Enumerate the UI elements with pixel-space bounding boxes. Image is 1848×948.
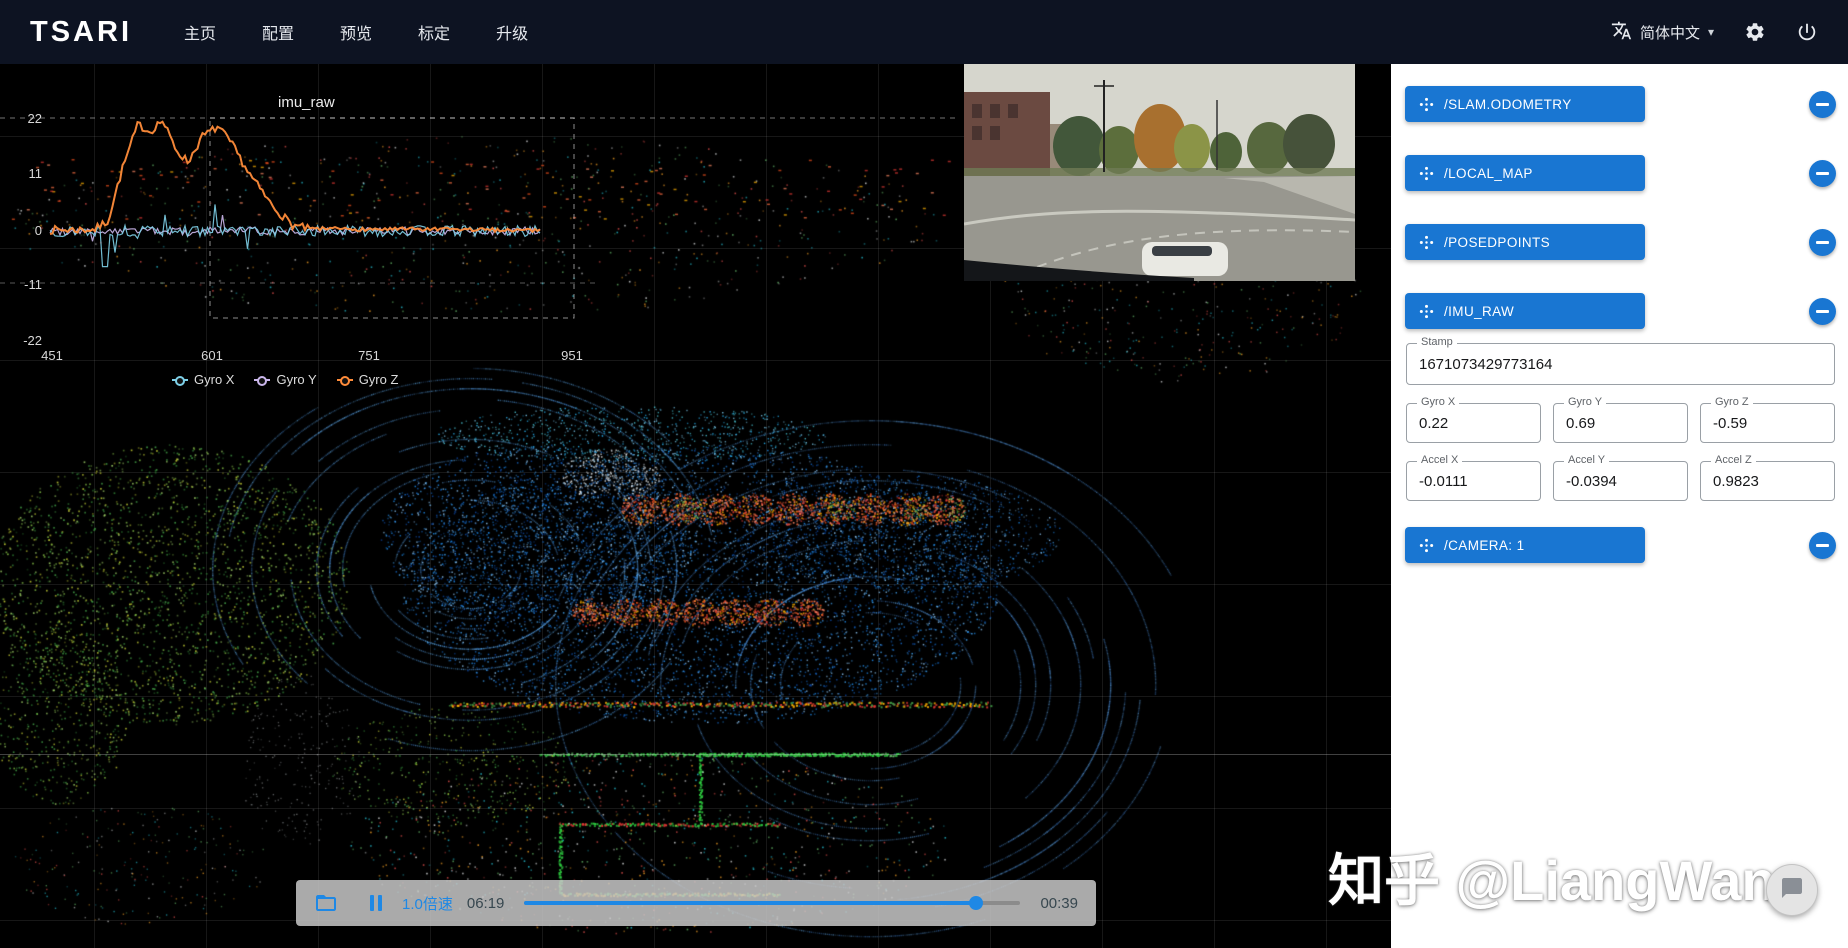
accel-y-label: Accel Y [1564, 454, 1610, 466]
playback-bar: 1.0倍速 06:19 00:39 [296, 880, 1096, 926]
topic-label: /POSEDPOINTS [1444, 234, 1551, 250]
topic-button-slam-odometry[interactable]: /SLAM.ODOMETRY [1405, 86, 1645, 122]
gyro-y-field-wrap: Gyro Y [1553, 396, 1688, 443]
translate-icon [1611, 20, 1632, 45]
gyro-x-field-wrap: Gyro X [1406, 396, 1541, 443]
nav-preview[interactable]: 预览 [340, 20, 372, 44]
legend-gyro-y: Gyro Y [254, 372, 317, 387]
accel-y-field[interactable] [1554, 462, 1687, 500]
topic-icon [1419, 235, 1434, 249]
seek-fill [524, 901, 976, 905]
gyro-z-field[interactable] [1701, 404, 1834, 442]
playback-position: 06:19 [466, 894, 505, 912]
topic-label: /IMU_RAW [1444, 303, 1515, 319]
accel-field-row: Accel X Accel Y Accel Z [1406, 454, 1835, 501]
accel-z-label: Accel Z [1711, 454, 1756, 466]
legend-label: Gyro Z [358, 372, 399, 387]
legend-marker-icon [172, 375, 188, 386]
topic-button-imu-raw[interactable]: /IMU_RAW [1405, 293, 1645, 329]
gyro-y-field[interactable] [1554, 404, 1687, 442]
grid-line [0, 754, 1391, 755]
accel-y-field-wrap: Accel Y [1553, 454, 1688, 501]
feedback-button[interactable] [1766, 864, 1818, 916]
gyro-z-field-wrap: Gyro Z [1700, 396, 1835, 443]
gyro-x-field[interactable] [1407, 404, 1540, 442]
topic-row: /IMU_RAW [1405, 293, 1836, 329]
legend-gyro-x: Gyro X [172, 372, 234, 387]
topic-label: /CAMERA: 1 [1444, 537, 1525, 553]
topic-row: /SLAM.ODOMETRY [1405, 86, 1836, 122]
topic-icon [1419, 97, 1434, 111]
power-button[interactable] [1796, 21, 1818, 43]
main-nav: 主页 配置 预览 标定 升级 [184, 20, 528, 44]
accel-z-field-wrap: Accel Z [1700, 454, 1835, 501]
remove-topic-button[interactable] [1809, 228, 1836, 256]
stamp-field-wrap: Stamp [1406, 336, 1835, 385]
accel-z-field[interactable] [1701, 462, 1834, 500]
gyro-x-label: Gyro X [1417, 396, 1460, 408]
language-selector[interactable]: 简体中文 ▾ [1611, 20, 1714, 45]
topics-sidebar: /SLAM.ODOMETRY /LOCAL_MAP /POSEDPOINTS /… [1391, 64, 1848, 948]
stamp-field-label: Stamp [1417, 336, 1457, 348]
topic-icon [1419, 304, 1434, 318]
power-icon [1796, 21, 1818, 43]
chat-icon [1780, 876, 1804, 905]
remove-topic-button[interactable] [1809, 159, 1836, 187]
topic-row: /LOCAL_MAP [1405, 155, 1836, 191]
folder-icon[interactable] [314, 891, 338, 915]
topic-button-posedpoints[interactable]: /POSEDPOINTS [1405, 224, 1645, 260]
accel-x-field[interactable] [1407, 462, 1540, 500]
seek-thumb[interactable] [968, 896, 983, 910]
app-logo: TSARI [30, 15, 132, 48]
nav-config[interactable]: 配置 [262, 20, 294, 44]
camera-view [964, 64, 1355, 281]
remove-topic-button[interactable] [1809, 531, 1836, 559]
seek-slider[interactable] [524, 896, 1021, 910]
legend-label: Gyro X [194, 372, 235, 387]
accel-x-field-wrap: Accel X [1406, 454, 1541, 501]
accel-x-label: Accel X [1417, 454, 1463, 466]
gyro-y-label: Gyro Y [1564, 396, 1607, 408]
topic-button-local-map[interactable]: /LOCAL_MAP [1405, 155, 1645, 191]
gyro-z-label: Gyro Z [1711, 396, 1753, 408]
playback-speed[interactable]: 1.0倍速 [402, 893, 453, 914]
stamp-field[interactable] [1407, 344, 1834, 384]
legend-marker-icon [336, 375, 353, 386]
topic-button-camera-1[interactable]: /CAMERA: 1 [1405, 527, 1645, 563]
pause-button[interactable] [370, 895, 382, 911]
topic-icon [1419, 166, 1434, 180]
nav-upgrade[interactable]: 升级 [496, 20, 528, 44]
topic-icon [1419, 538, 1434, 552]
settings-button[interactable] [1744, 21, 1766, 43]
legend-marker-icon [254, 375, 271, 386]
chart-legend: Gyro X Gyro Y Gyro Z [172, 372, 398, 387]
topic-row: /POSEDPOINTS [1405, 224, 1836, 260]
legend-label: Gyro Y [276, 372, 317, 387]
playback-remaining: 00:39 [1040, 894, 1078, 912]
topic-label: /SLAM.ODOMETRY [1444, 96, 1572, 112]
gear-icon [1744, 21, 1766, 43]
chart-title: imu_raw [278, 94, 335, 111]
gyro-field-row: Gyro X Gyro Y Gyro Z [1406, 396, 1835, 443]
nav-home[interactable]: 主页 [184, 20, 216, 44]
imu-raw-panel: Stamp Gyro X Gyro Y Gyro Z Accel X [1406, 336, 1835, 501]
remove-topic-button[interactable] [1809, 90, 1836, 118]
pointcloud-viewport[interactable]: 22 11 0 -11 -22 451 601 751 951 imu_raw … [0, 64, 1391, 948]
remove-topic-button[interactable] [1809, 297, 1836, 325]
nav-calibration[interactable]: 标定 [418, 20, 450, 44]
topic-row: /CAMERA: 1 [1405, 527, 1836, 563]
language-label: 简体中文 [1639, 24, 1700, 42]
legend-gyro-z: Gyro Z [336, 372, 399, 387]
camera-scene [964, 64, 1355, 281]
topic-label: /LOCAL_MAP [1444, 165, 1533, 181]
chevron-down-icon: ▾ [1707, 25, 1714, 39]
app-header: TSARI 主页 配置 预览 标定 升级 简体中文 ▾ [0, 0, 1848, 64]
